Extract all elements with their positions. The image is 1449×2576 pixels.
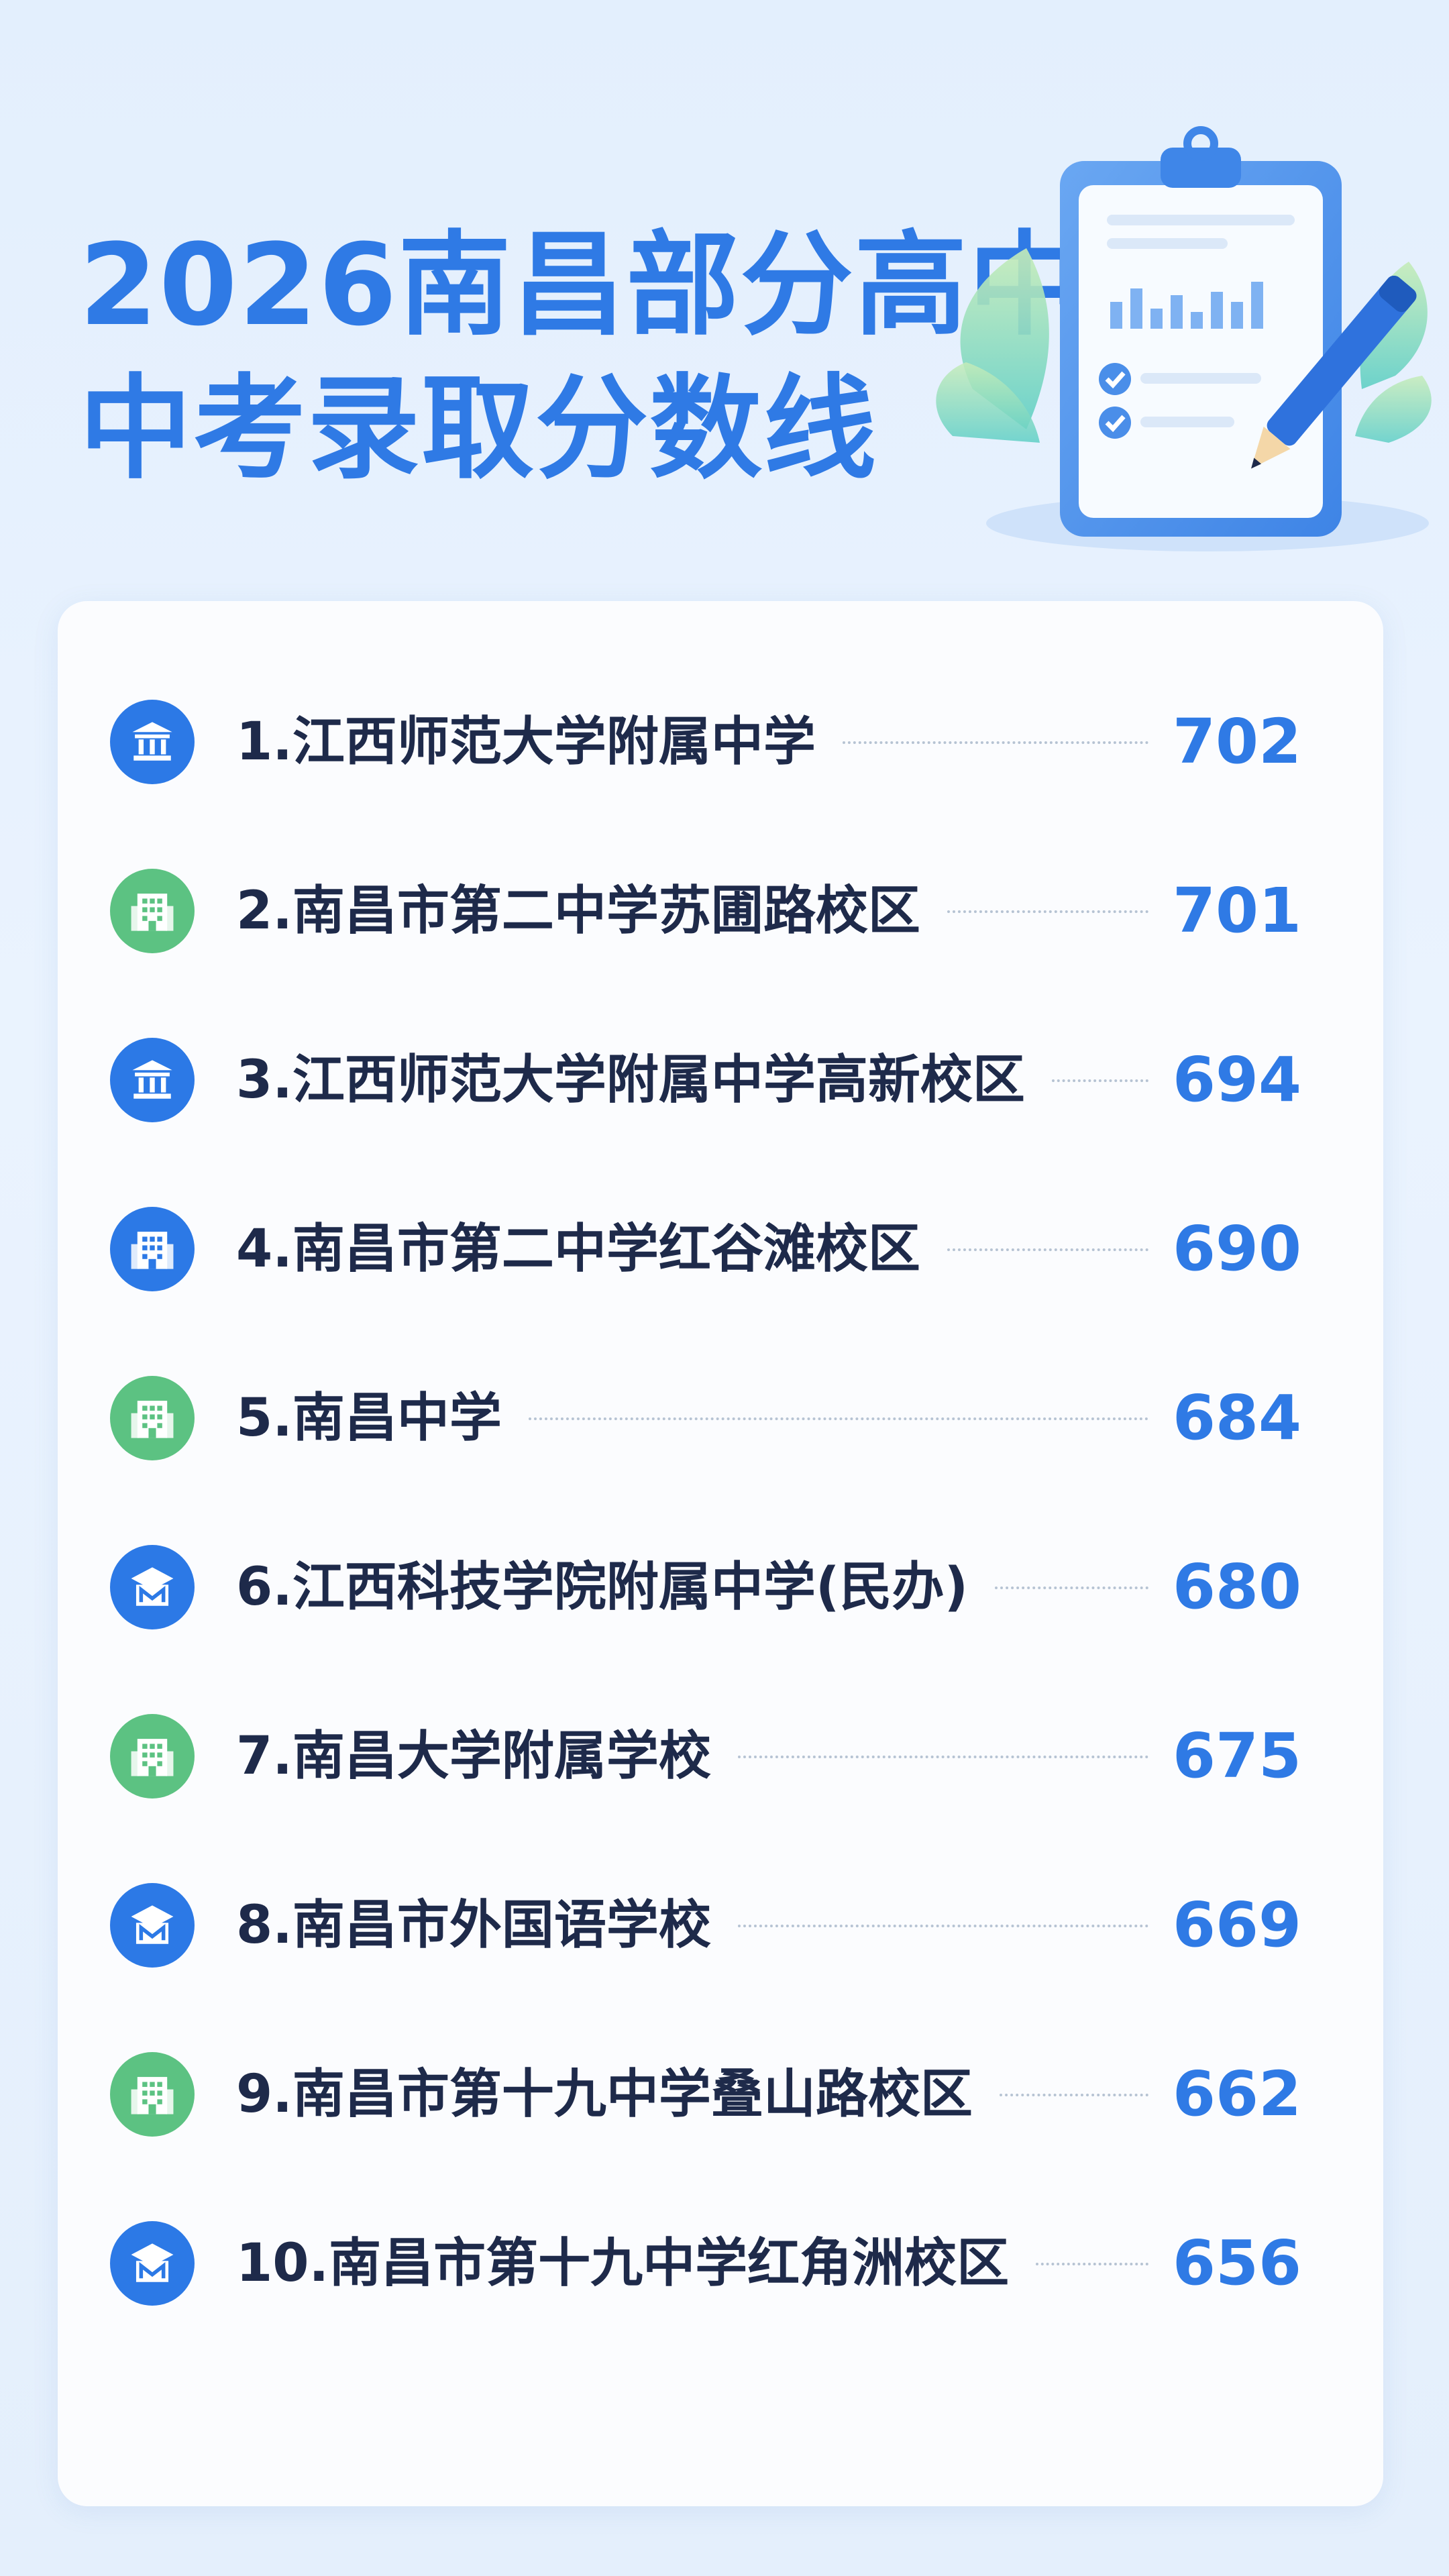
cutoff-score: 669 <box>1172 1889 1301 1961</box>
school-name: 8.南昌市外国语学校 <box>236 1895 711 1955</box>
dotted-leader <box>1000 2094 1148 2096</box>
school-building-icon-glyph <box>131 2077 174 2114</box>
school-building-icon <box>110 2052 195 2137</box>
school-name: 1.江西师范大学附属中学 <box>236 712 816 772</box>
cutoff-score: 675 <box>1172 1720 1301 1792</box>
school-name: 6.江西科技学院附属中学(民办) <box>236 1557 969 1617</box>
school-building-icon-glyph <box>131 1739 174 1776</box>
cutoff-score: 662 <box>1172 2058 1301 2130</box>
cutoff-score: 680 <box>1172 1551 1301 1623</box>
academy-icon <box>110 1545 195 1629</box>
school-building-icon <box>110 869 195 953</box>
list-item: 3.江西师范大学附属中学高新校区 694 <box>58 1026 1383 1134</box>
dotted-leader <box>995 1587 1148 1589</box>
academy-icon-glyph <box>131 1567 174 1606</box>
clipboard-illustration-icon <box>936 126 1432 551</box>
institution-icon <box>110 700 195 784</box>
list-item: 9.南昌市第十九中学叠山路校区 662 <box>58 2041 1383 2148</box>
cutoff-score: 702 <box>1172 706 1301 777</box>
school-building-icon <box>110 1714 195 1799</box>
dotted-leader <box>529 1417 1148 1420</box>
list-item: 1.江西师范大学附属中学 702 <box>58 688 1383 796</box>
dotted-leader <box>947 1248 1148 1251</box>
school-building-icon-glyph <box>131 894 174 931</box>
score-list-card: 1.江西师范大学附属中学 702 2.南昌市第二中学苏圃路校区 701 3.江西师范大学… <box>58 601 1383 2506</box>
academy-icon-glyph <box>131 1905 174 1944</box>
school-name: 5.南昌中学 <box>236 1388 502 1448</box>
cutoff-score: 656 <box>1172 2227 1301 2299</box>
dotted-leader <box>843 741 1148 744</box>
dotted-leader <box>947 910 1148 913</box>
cutoff-score: 690 <box>1172 1213 1301 1285</box>
academy-icon <box>110 1883 195 1968</box>
school-building-icon-glyph <box>131 1401 174 1438</box>
academy-icon-glyph <box>131 2243 174 2282</box>
cutoff-score: 701 <box>1172 875 1301 947</box>
list-item: 4.南昌市第二中学红谷滩校区 690 <box>58 1195 1383 1303</box>
school-building-icon-glyph <box>131 1232 174 1269</box>
list-item: 10.南昌市第十九中学红角洲校区 656 <box>58 2210 1383 2317</box>
institution-icon-glyph <box>132 722 172 761</box>
list-item: 6.江西科技学院附属中学(民办) 680 <box>58 1534 1383 1641</box>
school-name: 3.江西师范大学附属中学高新校区 <box>236 1050 1025 1110</box>
dotted-leader <box>1036 2263 1148 2265</box>
school-name: 7.南昌大学附属学校 <box>236 1726 711 1786</box>
academy-icon <box>110 2221 195 2306</box>
institution-icon-glyph <box>132 1060 172 1099</box>
institution-icon <box>110 1038 195 1122</box>
dotted-leader <box>738 1756 1148 1758</box>
school-name: 10.南昌市第十九中学红角洲校区 <box>236 2233 1010 2294</box>
dotted-leader <box>738 1925 1148 1927</box>
school-name: 2.南昌市第二中学苏圃路校区 <box>236 881 920 941</box>
list-item: 8.南昌市外国语学校 669 <box>58 1872 1383 1979</box>
school-building-icon <box>110 1207 195 1291</box>
school-building-icon <box>110 1376 195 1460</box>
dotted-leader <box>1052 1079 1148 1082</box>
cutoff-score: 684 <box>1172 1382 1301 1454</box>
school-name: 9.南昌市第十九中学叠山路校区 <box>236 2064 973 2125</box>
cutoff-score: 694 <box>1172 1044 1301 1116</box>
list-item: 2.南昌市第二中学苏圃路校区 701 <box>58 857 1383 965</box>
list-item: 7.南昌大学附属学校 675 <box>58 1703 1383 1810</box>
list-item: 5.南昌中学 684 <box>58 1364 1383 1472</box>
school-name: 4.南昌市第二中学红谷滩校区 <box>236 1219 920 1279</box>
